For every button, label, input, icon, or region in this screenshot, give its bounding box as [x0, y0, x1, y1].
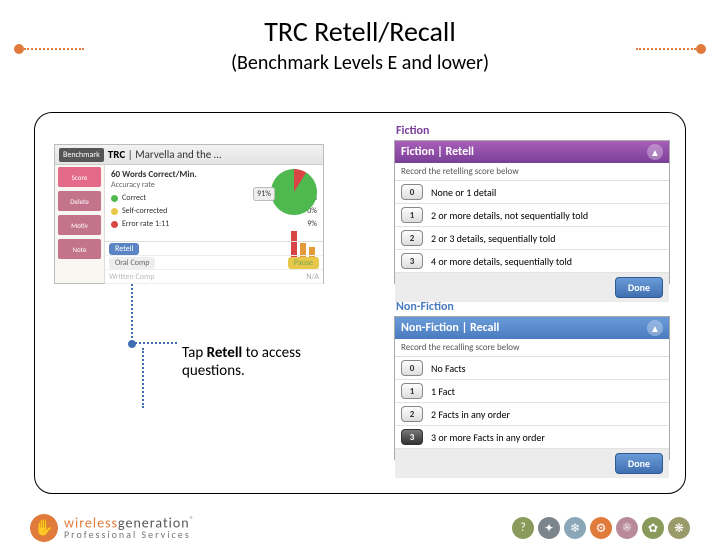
footer-icon: ? [512, 517, 534, 539]
nonfiction-panel: Non-Fiction | Recall ▲ Record the recall… [394, 316, 670, 460]
footer: ✋ wirelessgeneration® Professional Servi… [30, 514, 690, 542]
oral-comp-button[interactable]: Oral Comp [109, 257, 155, 269]
sidebar-item-score[interactable]: Score [58, 167, 101, 187]
nonfiction-label: Non-Fiction [396, 300, 454, 314]
sidebar-item-motiv[interactable]: Motiv [58, 215, 101, 235]
benchmark-badge: Benchmark [59, 148, 104, 162]
legend-dot-correct-icon [111, 195, 118, 202]
pie-chart-icon [271, 169, 317, 215]
score-3-text: 4 or more details, sequentially told [431, 255, 572, 268]
legend-selfcorr: Self-corrected [122, 206, 167, 216]
collapse-up-icon[interactable]: ▲ [647, 144, 663, 160]
pause-button[interactable]: Pause [288, 257, 319, 269]
score-2-text: 2 or 3 details, sequentially told [431, 232, 555, 245]
page-subtitle: (Benchmark Levels E and lower) [0, 51, 720, 75]
na-label: N/A [306, 272, 319, 282]
nonfiction-done-button[interactable]: Done [615, 453, 663, 474]
dotted-line [636, 48, 696, 50]
page-title: TRC Retell/Recall [0, 14, 720, 49]
score-1-button[interactable]: 1 [401, 383, 423, 399]
fiction-label: Fiction [396, 124, 429, 138]
trc-stats: 60 Words Correct/Min. Accuracy rate 91% … [105, 165, 323, 283]
score-1-button[interactable]: 1 [401, 207, 423, 223]
corner-dot-icon [696, 44, 706, 54]
score-1-text: 2 or more details, not sequentially told [431, 209, 588, 222]
score-2-button[interactable]: 2 [401, 406, 423, 422]
dotted-line [24, 48, 84, 50]
brand-logo: ✋ wirelessgeneration® Professional Servi… [30, 514, 195, 542]
fiction-panel: Fiction | Retell ▲ Record the retelling … [394, 140, 670, 284]
score-0-button[interactable]: 0 [401, 184, 423, 200]
footer-icon: ☀ [616, 517, 638, 539]
fiction-done-button[interactable]: Done [615, 277, 663, 298]
trc-card-title: TRC | Marvella and the … [108, 148, 222, 161]
trc-card-header: Benchmark TRC | Marvella and the … [55, 145, 323, 165]
trc-sidebar: Score Delete Motiv Note [55, 165, 105, 283]
nonfiction-panel-sub: Record the recalling score below [395, 339, 669, 357]
collapse-up-icon[interactable]: ▲ [647, 320, 663, 336]
footer-icon: ✦ [538, 517, 560, 539]
trc-card: Benchmark TRC | Marvella and the … Score… [54, 144, 324, 284]
retell-button[interactable]: Retell [109, 243, 139, 255]
written-comp-label: Written Comp [109, 272, 155, 282]
sidebar-item-note[interactable]: Note [58, 239, 101, 259]
legend-dot-error-icon [111, 221, 118, 228]
accuracy-badge: 91% [253, 187, 275, 201]
callout-line [131, 284, 133, 342]
trc-title-prefix: TRC [108, 148, 125, 161]
score-3-text: 3 or more Facts in any order [431, 431, 545, 444]
score-1-text: 1 Fact [431, 385, 455, 398]
score-0-text: None or 1 detail [431, 186, 496, 199]
hand-icon: ✋ [30, 514, 58, 542]
score-2-button[interactable]: 2 [401, 230, 423, 246]
callout-line [131, 342, 177, 344]
footer-icon: ❄ [564, 517, 586, 539]
legend-error: Error rate 1:11 [122, 219, 169, 229]
legend-error-val: 9% [307, 219, 317, 229]
score-3-button[interactable]: 3 [401, 253, 423, 269]
score-0-button[interactable]: 0 [401, 360, 423, 376]
sidebar-item-delete[interactable]: Delete [58, 191, 101, 211]
footer-icon: ⚙ [590, 517, 612, 539]
footer-icon-row: ? ✦ ❄ ⚙ ☀ ✿ ❋ [512, 517, 690, 539]
legend-correct: Correct [122, 193, 146, 203]
fiction-panel-title: Fiction | Retell [401, 145, 474, 159]
fiction-panel-sub: Record the retelling score below [395, 163, 669, 181]
score-0-text: No Facts [431, 362, 466, 375]
footer-icon: ✿ [642, 517, 664, 539]
corner-dot-icon [14, 44, 24, 54]
nonfiction-panel-title: Non-Fiction | Recall [401, 321, 499, 335]
callout-line [142, 348, 144, 408]
callout-text: Tap Retell to access questions. [182, 344, 362, 380]
score-3-button[interactable]: 3 [401, 429, 423, 445]
score-2-text: 2 Facts in any order [431, 408, 510, 421]
footer-icon: ❋ [668, 517, 690, 539]
legend-dot-selfcorr-icon [111, 208, 118, 215]
